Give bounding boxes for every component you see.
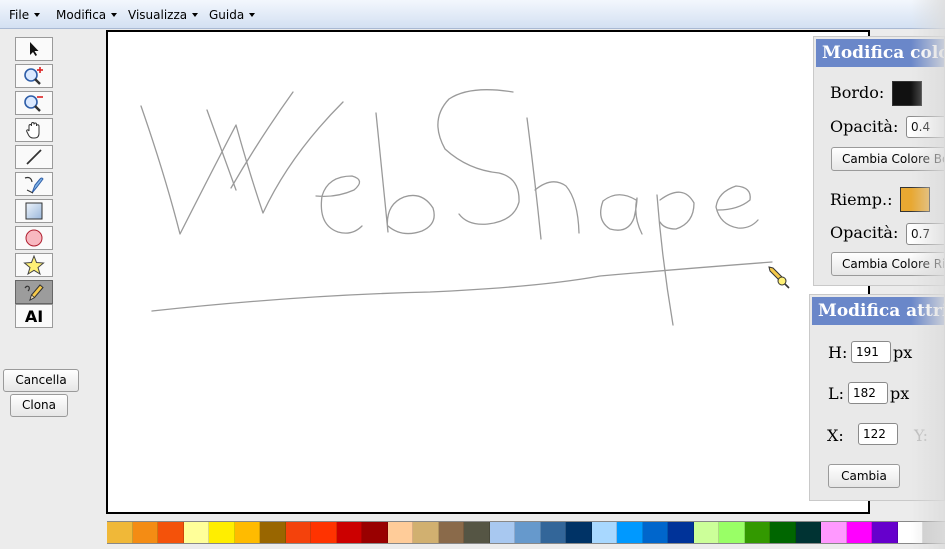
menu-file[interactable]: File xyxy=(9,8,41,24)
palette-swatch[interactable] xyxy=(591,522,617,543)
palette-swatch[interactable] xyxy=(540,522,566,543)
x-label: X: xyxy=(827,426,844,445)
palette-swatch[interactable] xyxy=(642,522,668,543)
border-opacity-input[interactable]: 0.4 xyxy=(906,116,944,138)
delete-button[interactable]: Cancella xyxy=(3,369,79,392)
ellipse-icon xyxy=(25,229,43,247)
palette-swatch[interactable] xyxy=(489,522,515,543)
chevron-down-icon xyxy=(34,13,41,17)
color-panel-title: Modifica colore xyxy=(816,39,944,67)
palette-swatch[interactable] xyxy=(668,522,694,543)
attributes-panel-title: Modifica attributi xyxy=(812,297,944,325)
palette-swatch[interactable] xyxy=(362,522,388,543)
height-label: H: xyxy=(828,343,848,362)
palette-swatch[interactable] xyxy=(183,522,209,543)
fill-label: Riemp.: xyxy=(830,190,893,209)
menu-modifica[interactable]: Modifica xyxy=(56,8,118,24)
zoom-in-tool[interactable] xyxy=(15,64,53,88)
border-opacity-label: Opacità: xyxy=(830,117,899,136)
width-unit: px xyxy=(890,384,910,403)
drawing-canvas[interactable] xyxy=(106,30,870,514)
palette-swatch[interactable] xyxy=(719,522,745,543)
color-panel: Modifica colore Bordo: Opacità: 0.4 Camb… xyxy=(813,36,945,286)
menu-guida[interactable]: Guida xyxy=(209,8,256,24)
star-tool[interactable] xyxy=(15,253,53,277)
palette-swatch[interactable] xyxy=(285,522,311,543)
rectangle-icon xyxy=(25,202,43,220)
text-tool[interactable]: AI xyxy=(15,304,53,328)
y-label: Y: xyxy=(914,426,928,445)
palette-swatch[interactable] xyxy=(872,522,898,543)
menu-guida-label: Guida xyxy=(209,8,245,22)
palette-swatch[interactable] xyxy=(413,522,439,543)
clone-button[interactable]: Clona xyxy=(10,394,68,417)
palette-swatch[interactable] xyxy=(336,522,362,543)
pencil-icon xyxy=(24,284,44,302)
select-tool[interactable] xyxy=(15,37,53,61)
color-palette xyxy=(107,521,945,544)
palette-swatch[interactable] xyxy=(693,522,719,543)
palette-swatch[interactable] xyxy=(464,522,490,543)
menu-modifica-label: Modifica xyxy=(56,8,107,22)
palette-swatch[interactable] xyxy=(923,522,945,543)
zoom-out-icon xyxy=(24,95,43,112)
palette-swatch[interactable] xyxy=(311,522,337,543)
palette-swatch[interactable] xyxy=(515,522,541,543)
star-icon xyxy=(23,255,45,275)
fill-opacity-label: Opacità: xyxy=(830,223,899,242)
rectangle-tool[interactable] xyxy=(15,199,53,223)
freehand-tool[interactable] xyxy=(15,280,53,304)
ellipse-tool[interactable] xyxy=(15,226,53,250)
palette-swatch[interactable] xyxy=(744,522,770,543)
attributes-panel: Modifica attributi H: 191 px L: 182 px X… xyxy=(809,294,945,501)
freehand-drawing xyxy=(140,89,773,326)
palette-swatch[interactable] xyxy=(821,522,847,543)
palette-swatch[interactable] xyxy=(438,522,464,543)
chevron-down-icon xyxy=(111,13,118,17)
pan-tool[interactable] xyxy=(15,118,53,142)
palette-swatch[interactable] xyxy=(566,522,592,543)
palette-swatch[interactable] xyxy=(387,522,413,543)
palette-swatch[interactable] xyxy=(770,522,796,543)
palette-swatch[interactable] xyxy=(158,522,184,543)
palette-swatch[interactable] xyxy=(132,522,158,543)
zoom-in-icon xyxy=(24,67,43,85)
palette-swatch[interactable] xyxy=(846,522,872,543)
path-tool[interactable] xyxy=(15,172,53,196)
zoom-out-tool[interactable] xyxy=(15,91,53,115)
text-icon: AI xyxy=(24,306,44,326)
menu-bar: File Modifica Visualizza Guida xyxy=(0,0,945,29)
menu-file-label: File xyxy=(9,8,30,22)
hand-icon xyxy=(26,121,40,139)
height-input[interactable]: 191 xyxy=(851,341,891,363)
width-label: L: xyxy=(828,384,845,403)
border-color-swatch[interactable] xyxy=(892,81,922,106)
palette-swatch[interactable] xyxy=(795,522,821,543)
pencil-cursor-icon xyxy=(768,266,790,289)
chevron-down-icon xyxy=(192,13,199,17)
palette-swatch[interactable] xyxy=(897,522,923,543)
menu-visualizza[interactable]: Visualizza xyxy=(128,8,199,24)
pen-path-icon xyxy=(24,176,44,194)
fill-color-swatch[interactable] xyxy=(900,187,930,212)
height-unit: px xyxy=(893,343,913,362)
arrow-pointer-icon xyxy=(30,42,39,56)
menu-visualizza-label: Visualizza xyxy=(128,8,188,22)
chevron-down-icon xyxy=(249,13,256,17)
border-label: Bordo: xyxy=(830,83,885,102)
apply-attributes-button[interactable]: Cambia xyxy=(828,464,900,488)
palette-swatch[interactable] xyxy=(107,522,133,543)
width-input[interactable]: 182 xyxy=(848,382,888,404)
palette-swatch[interactable] xyxy=(617,522,643,543)
fill-opacity-input[interactable]: 0.7 xyxy=(906,223,944,245)
change-fill-color-button[interactable]: Cambia Colore Riemp. xyxy=(831,252,944,276)
line-tool[interactable] xyxy=(15,145,53,169)
line-icon xyxy=(26,149,42,165)
x-input[interactable]: 122 xyxy=(858,423,898,445)
palette-swatch[interactable] xyxy=(260,522,286,543)
palette-swatch[interactable] xyxy=(209,522,235,543)
palette-swatch[interactable] xyxy=(234,522,260,543)
change-border-color-button[interactable]: Cambia Colore Bordo xyxy=(831,147,944,171)
